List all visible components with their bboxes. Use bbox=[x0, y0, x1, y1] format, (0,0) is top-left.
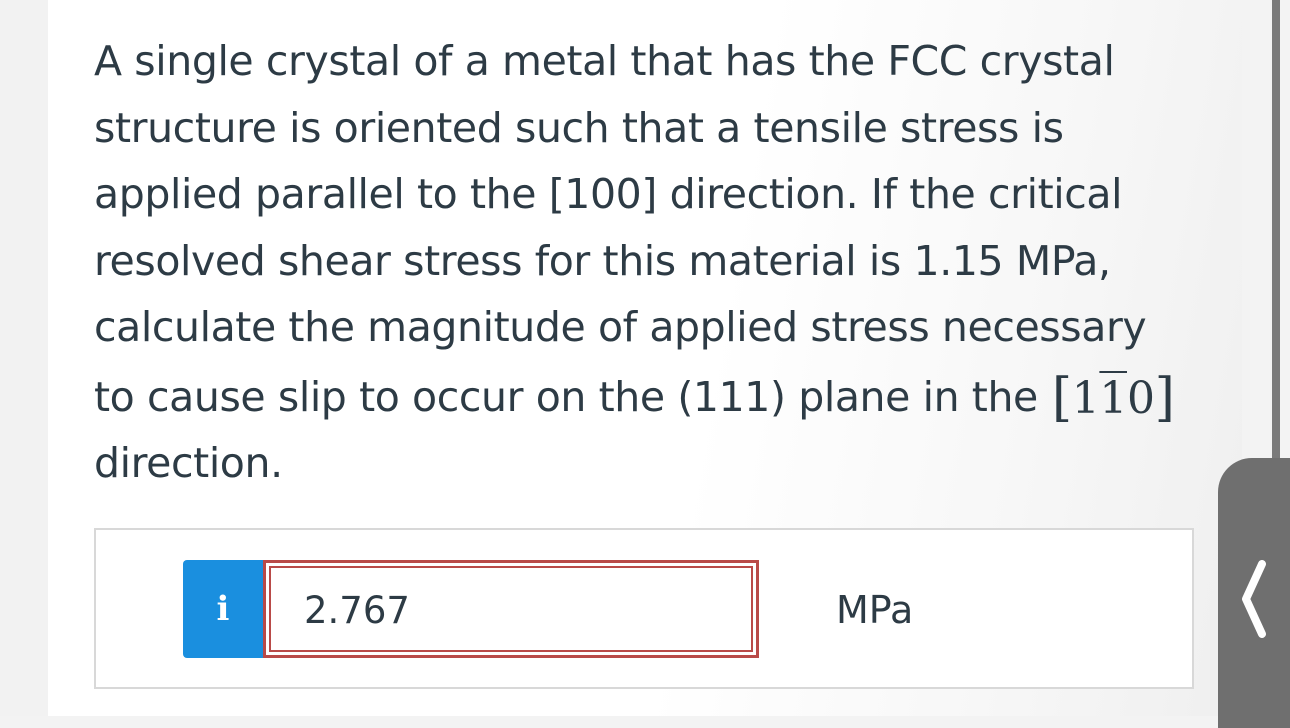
info-icon: i bbox=[216, 589, 230, 629]
direction-vector: [110] bbox=[1052, 363, 1175, 433]
question-trailing: direction. bbox=[94, 439, 283, 487]
vector-close-bracket: ] bbox=[1154, 367, 1175, 428]
units-label: MPa bbox=[836, 588, 914, 632]
vector-digit-3: 0 bbox=[1127, 372, 1155, 424]
answer-value: 2.767 bbox=[304, 589, 410, 632]
answer-input[interactable]: 2.767 bbox=[263, 560, 759, 658]
vector-digit-2-overbar: 1 bbox=[1099, 372, 1127, 424]
page-margin bbox=[0, 0, 48, 716]
vector-digit-1: 1 bbox=[1071, 372, 1100, 424]
question-body: A single crystal of a metal that has the… bbox=[94, 37, 1147, 421]
scrollbar[interactable] bbox=[1272, 0, 1280, 458]
question-text: A single crystal of a metal that has the… bbox=[94, 28, 1194, 497]
info-button[interactable]: i bbox=[183, 560, 263, 658]
vector-open-bracket: [ bbox=[1051, 367, 1072, 428]
chevron-left-icon[interactable] bbox=[1238, 560, 1268, 638]
